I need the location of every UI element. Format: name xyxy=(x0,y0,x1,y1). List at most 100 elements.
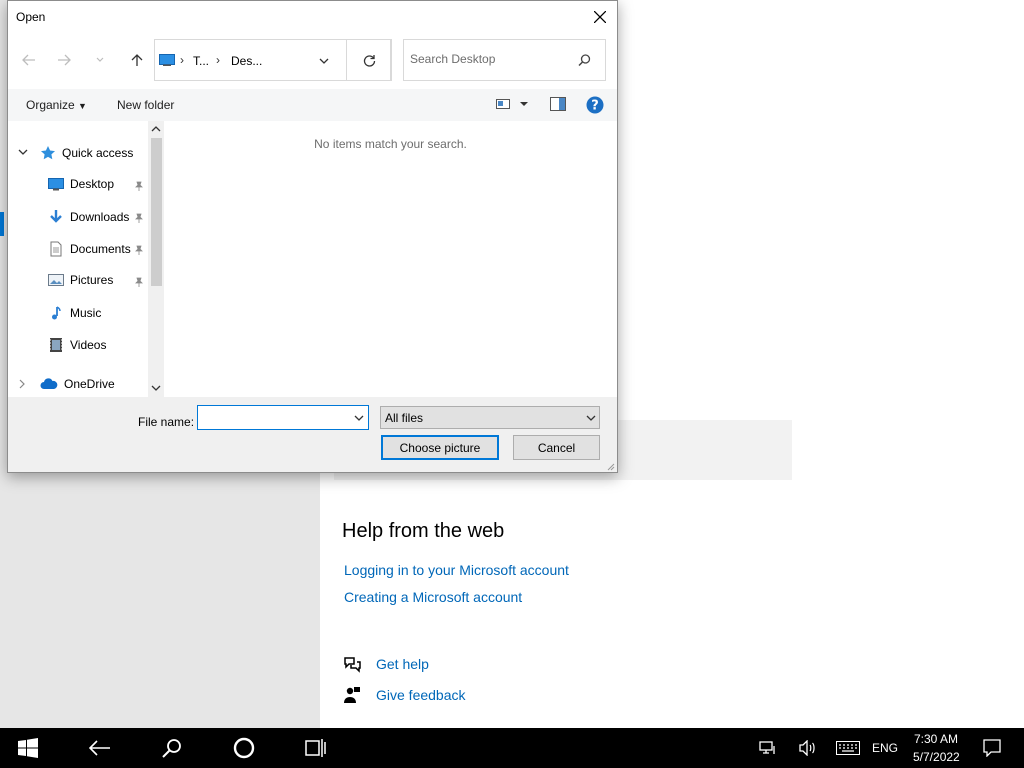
pin-icon xyxy=(135,245,143,255)
nav-item-downloads[interactable]: Downloads xyxy=(48,209,129,225)
volume-tray-icon[interactable] xyxy=(792,728,824,768)
get-help-link[interactable]: Get help xyxy=(376,656,429,672)
empty-message: No items match your search. xyxy=(314,137,467,151)
network-tray-icon[interactable] xyxy=(752,728,784,768)
refresh-icon xyxy=(363,54,375,67)
onedrive-label: OneDrive xyxy=(64,377,115,391)
help-from-web-title: Help from the web xyxy=(342,520,505,542)
onedrive-item[interactable]: OneDrive xyxy=(18,377,115,391)
clock[interactable]: 7:30 AM 5/7/2022 xyxy=(904,728,968,768)
keyboard-icon xyxy=(836,741,860,755)
nav-item-music[interactable]: Music xyxy=(48,305,101,321)
dialog-titlebar[interactable] xyxy=(8,1,617,32)
file-list-area[interactable]: No items match your search. xyxy=(164,121,617,397)
file-name-combobox[interactable] xyxy=(197,405,369,430)
clock-date: 5/7/2022 xyxy=(913,750,960,764)
nav-item-label: Downloads xyxy=(70,210,130,224)
help-icon: ? xyxy=(586,96,604,114)
touch-keyboard-button[interactable] xyxy=(830,728,866,768)
nav-item-label: Videos xyxy=(70,338,107,352)
chevron-down-icon xyxy=(96,57,104,62)
action-center-button[interactable] xyxy=(976,728,1008,768)
search-input[interactable] xyxy=(410,52,570,66)
task-view-icon xyxy=(305,739,326,757)
cortana-icon xyxy=(233,737,255,759)
videos-icon xyxy=(50,338,62,352)
notification-icon xyxy=(983,739,1001,757)
desktop-icon xyxy=(48,178,64,191)
pin-icon xyxy=(135,181,143,191)
forward-button[interactable] xyxy=(53,47,75,73)
back-button[interactable] xyxy=(18,47,40,73)
volume-icon xyxy=(799,740,815,756)
windows-icon xyxy=(18,738,38,758)
breadcrumb-separator-icon: › xyxy=(216,53,220,67)
file-type-value: All files xyxy=(385,411,424,425)
pin-icon xyxy=(135,277,143,287)
organize-label: Organize xyxy=(26,98,75,112)
organize-menu[interactable]: Organize ▼ xyxy=(26,98,87,112)
get-help-icon xyxy=(343,655,361,673)
nav-item-documents[interactable]: Documents xyxy=(48,241,131,257)
nav-item-pictures[interactable]: Pictures xyxy=(48,273,113,287)
quick-access-item[interactable]: Quick access xyxy=(18,145,133,161)
search-box[interactable] xyxy=(403,39,606,81)
arrow-left-icon xyxy=(22,54,35,66)
nav-item-label: Documents xyxy=(70,242,131,256)
search-icon xyxy=(162,739,181,758)
documents-icon xyxy=(50,241,62,257)
new-folder-button[interactable]: New folder xyxy=(117,98,174,112)
clock-time: 7:30 AM xyxy=(914,732,959,746)
view-options-button[interactable] xyxy=(496,97,530,114)
cancel-button[interactable]: Cancel xyxy=(513,435,600,460)
chevron-right-icon xyxy=(19,379,25,389)
pin-icon xyxy=(135,213,143,223)
nav-item-videos[interactable]: Videos xyxy=(48,337,106,353)
language-indicator[interactable]: ENG xyxy=(868,728,902,768)
chevron-down-icon xyxy=(18,149,28,155)
taskbar: ENG 7:30 AM 5/7/2022 xyxy=(0,728,1024,768)
recent-locations-button[interactable] xyxy=(89,47,111,73)
preview-pane-button[interactable] xyxy=(550,97,566,114)
link-logging-in[interactable]: Logging in to your Microsoft account xyxy=(344,562,569,578)
link-creating-account[interactable]: Creating a Microsoft account xyxy=(344,589,522,605)
help-button[interactable]: ? xyxy=(586,96,604,117)
nav-item-desktop[interactable]: Desktop xyxy=(48,177,114,191)
breadcrumb-desktop[interactable]: Des... xyxy=(231,54,262,68)
give-feedback-link[interactable]: Give feedback xyxy=(376,687,466,703)
start-button[interactable] xyxy=(0,728,56,768)
scroll-down-icon xyxy=(151,385,161,391)
selected-nav-indicator xyxy=(0,212,4,236)
search-icon xyxy=(578,54,591,67)
cortana-button[interactable] xyxy=(220,728,268,768)
file-name-label: File name: xyxy=(138,415,195,429)
search-taskbar-button[interactable] xyxy=(148,728,196,768)
choose-picture-button[interactable]: Choose picture xyxy=(381,435,499,460)
preview-pane-icon xyxy=(550,97,566,111)
file-name-input[interactable] xyxy=(202,410,342,424)
onedrive-icon xyxy=(40,378,58,389)
dialog-title: Open xyxy=(16,10,46,24)
arrow-up-icon xyxy=(131,54,143,66)
downloads-icon xyxy=(50,210,62,223)
give-feedback-icon xyxy=(343,686,361,704)
back-taskbar-button[interactable] xyxy=(76,728,124,768)
star-icon xyxy=(41,146,55,160)
breadcrumb-separator-icon: › xyxy=(180,53,184,67)
task-view-button[interactable] xyxy=(292,728,340,768)
arrow-right-icon xyxy=(58,54,71,66)
refresh-button[interactable] xyxy=(346,39,392,81)
up-button[interactable] xyxy=(126,47,148,73)
nav-scroll-thumb[interactable] xyxy=(151,138,162,286)
chevron-down-icon xyxy=(586,415,596,421)
breadcrumb-this-pc[interactable]: T... xyxy=(193,54,209,68)
close-icon xyxy=(594,11,606,23)
close-button[interactable] xyxy=(588,5,612,29)
nav-item-label: Music xyxy=(70,306,102,320)
view-icon xyxy=(496,99,528,109)
file-type-select[interactable]: All files xyxy=(380,406,600,429)
scroll-up-icon xyxy=(151,126,161,132)
nav-item-label: Pictures xyxy=(70,273,114,287)
resize-grip-icon xyxy=(607,463,615,471)
music-icon xyxy=(52,306,61,320)
